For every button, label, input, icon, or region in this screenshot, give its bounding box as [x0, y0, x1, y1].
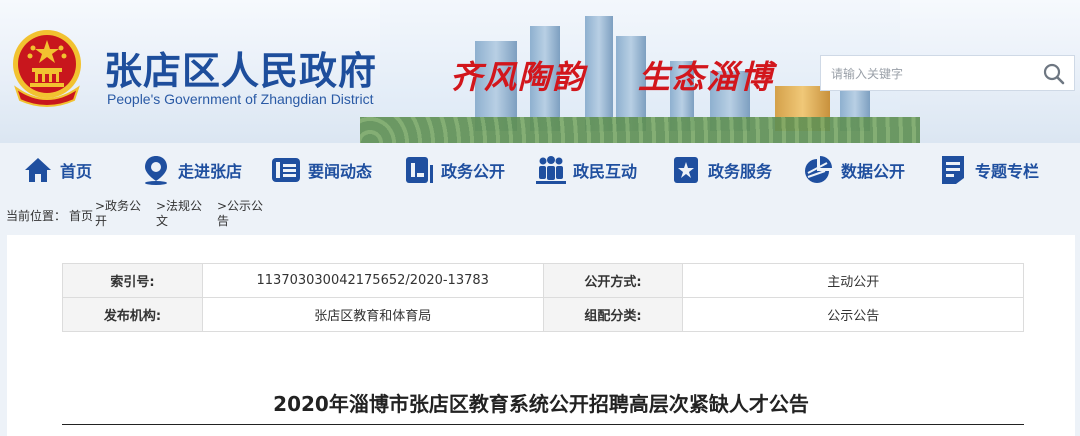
location-pin-icon: [140, 154, 172, 186]
search-icon[interactable]: [1042, 62, 1066, 86]
nav-item-topics[interactable]: 专题专栏: [937, 152, 1039, 188]
meta-value: 张店区教育和体育局: [201, 297, 544, 332]
nav-item-data[interactable]: 数据公开: [803, 152, 905, 188]
nav-item-gov-affairs[interactable]: 政务公开: [403, 152, 505, 188]
breadcrumb-link[interactable]: >公示公告: [217, 199, 267, 229]
people-icon: [535, 154, 567, 186]
nav-label: 首页: [60, 162, 93, 181]
nav-item-news[interactable]: 要闻动态: [270, 152, 372, 188]
home-icon: [22, 154, 54, 186]
pie-chart-icon: [803, 154, 835, 186]
slogan-text: 生态淄博: [638, 58, 775, 96]
trees-decoration: [360, 117, 920, 143]
slogan-text: 齐风陶韵: [450, 58, 587, 96]
nav-item-about[interactable]: 走进张店: [140, 152, 242, 188]
site-subtitle: People's Government of Zhangdian Distric…: [107, 91, 374, 107]
national-emblem-icon: [13, 30, 81, 107]
table-row: 索引号: 113703030042175652/2020-13783 公开方式:…: [62, 263, 1024, 298]
table-row: 发布机构: 张店区教育和体育局 组配分类: 公示公告: [62, 297, 1024, 332]
nav-label: 走进张店: [178, 162, 243, 181]
search-box: [820, 55, 1075, 91]
breadcrumb-link[interactable]: >政务公开: [95, 199, 145, 229]
nav-label: 专题专栏: [975, 162, 1040, 181]
document-icon: [403, 154, 435, 186]
nav-label: 政务公开: [441, 162, 506, 181]
notepad-icon: [937, 154, 969, 186]
document-meta-table: 索引号: 113703030042175652/2020-13783 公开方式:…: [62, 263, 1024, 332]
nav-item-home[interactable]: 首页: [22, 152, 92, 188]
meta-value: 公示公告: [682, 297, 1024, 332]
nav-label: 要闻动态: [308, 162, 373, 181]
nav-item-interaction[interactable]: 政民互动: [535, 152, 637, 188]
nav-item-services[interactable]: 政务服务: [670, 152, 772, 188]
breadcrumb-home-link[interactable]: 首页: [69, 207, 93, 224]
title-divider: [62, 424, 1024, 425]
main-nav: 首页 走进张店 要闻动态 政务公开 政民互动 政务服务 数据公开 专题专栏: [0, 143, 1080, 197]
nav-label: 政务服务: [708, 162, 773, 181]
bookmark-star-icon: [670, 154, 702, 186]
breadcrumb-link[interactable]: >法规公文: [156, 199, 206, 229]
meta-key: 发布机构:: [62, 297, 203, 332]
meta-key: 组配分类:: [542, 297, 684, 332]
building-shape: [585, 16, 613, 131]
site-title[interactable]: 张店区人民政府: [104, 40, 377, 95]
breadcrumb-prefix: 当前位置：: [6, 209, 67, 223]
meta-key: 公开方式:: [542, 263, 684, 298]
nav-label: 数据公开: [841, 162, 906, 181]
site-banner: 张店区人民政府 People's Government of Zhangdian…: [0, 0, 1080, 143]
article-title: 2020年淄博市张店区教育系统公开招聘高层次紧缺人才公告: [273, 392, 809, 416]
news-list-icon: [270, 154, 302, 186]
nav-label: 政民互动: [573, 162, 638, 181]
meta-key: 索引号:: [62, 263, 203, 298]
content-card: 索引号: 113703030042175652/2020-13783 公开方式:…: [7, 235, 1075, 436]
search-input[interactable]: [831, 64, 1031, 84]
meta-value: 113703030042175652/2020-13783: [201, 263, 544, 298]
meta-value: 主动公开: [682, 263, 1024, 298]
